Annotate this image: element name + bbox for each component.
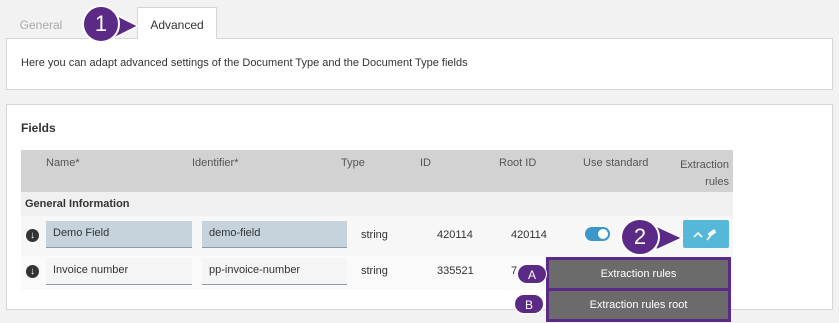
fields-title: Fields [21, 121, 56, 135]
table-header: Name* Identifier* Type ID Root ID Use st… [21, 150, 733, 192]
name-input[interactable]: Invoice number [46, 258, 192, 285]
column-header-use-standard: Use standard [583, 157, 649, 169]
callout-badge-b: B [514, 294, 544, 314]
id-cell: 335521 [437, 265, 474, 277]
column-header-identifier: Identifier* [192, 157, 239, 169]
menu-item-extraction-rules[interactable]: Extraction rules [546, 257, 731, 291]
callout-badge-a: A [517, 264, 547, 284]
column-header-extraction-rules: Extraction rules [671, 157, 729, 191]
toggle-knob [598, 229, 608, 239]
extraction-rules-header-line2: rules [705, 176, 729, 188]
type-cell: string [361, 229, 388, 241]
group-label: General Information [25, 198, 130, 210]
name-input[interactable]: Demo Field [46, 221, 192, 248]
column-header-id: ID [420, 157, 431, 169]
tab-general[interactable]: General [10, 8, 72, 40]
info-text: Here you can adapt advanced settings of … [21, 57, 468, 69]
column-header-name: Name* [46, 157, 80, 169]
column-header-type: Type [341, 157, 365, 169]
id-cell: 420114 [437, 229, 473, 241]
menu-item-extraction-rules-root[interactable]: Extraction rules root [546, 288, 731, 322]
identifier-input[interactable]: demo-field [202, 221, 347, 248]
type-cell: string [361, 265, 388, 277]
download-icon[interactable]: ↓ [26, 229, 39, 242]
tab-advanced[interactable]: Advanced [137, 7, 217, 39]
callout-badge-2: 2 [620, 218, 660, 256]
extraction-rules-header-line1: Extraction [680, 159, 729, 171]
identifier-input[interactable]: pp-invoice-number [202, 258, 347, 285]
download-icon[interactable]: ↓ [26, 265, 39, 278]
chevron-up-gavel-icon [693, 228, 717, 241]
callout-badge-1: 1 [82, 5, 120, 43]
extraction-rules-button[interactable] [683, 220, 729, 248]
root-id-cell: 420114 [511, 229, 547, 241]
use-standard-toggle[interactable] [585, 227, 610, 241]
column-header-root-id: Root ID [499, 157, 537, 169]
